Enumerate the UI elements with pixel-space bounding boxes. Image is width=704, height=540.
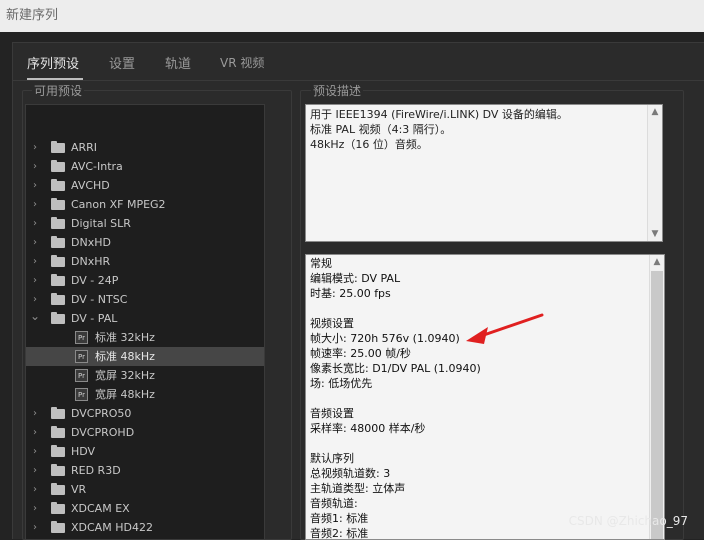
new-sequence-dialog: 序列预设 设置 轨道 VR 视频 可用预设 预设描述 › ARRI › AVC-Int… xyxy=(0,32,704,540)
annotation-arrow xyxy=(466,313,544,344)
window-title: 新建序列 xyxy=(6,8,59,23)
watermark: CSDN @Zhichao_97 xyxy=(568,514,688,528)
title-bar: 新建序列 xyxy=(0,0,704,32)
